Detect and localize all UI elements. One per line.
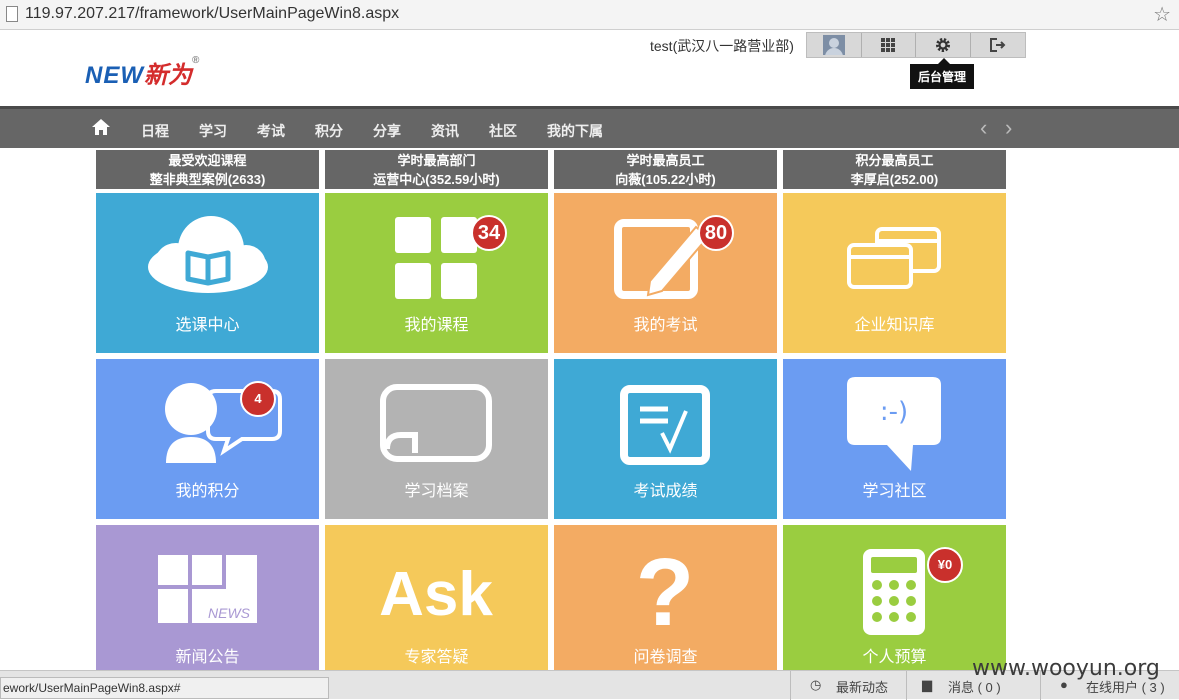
- courses-badge: 34: [471, 215, 507, 251]
- logo-new: NEW: [85, 62, 144, 89]
- stat-title: 学时最高员工: [626, 153, 705, 168]
- logout-button[interactable]: [971, 33, 1026, 57]
- tile-label: 企业知识库: [854, 317, 935, 334]
- divider: [790, 671, 791, 700]
- tile-my-exams[interactable]: 80 我的考试: [554, 193, 777, 353]
- nav-next-arrow-icon[interactable]: ›: [1005, 115, 1012, 141]
- apps-button[interactable]: [862, 33, 916, 57]
- tile-label: 专家答疑: [404, 649, 469, 666]
- home-icon[interactable]: [91, 118, 111, 136]
- nav-item-news[interactable]: 资讯: [431, 121, 459, 141]
- bookmark-star-icon[interactable]: ☆: [1153, 2, 1171, 27]
- tile-learning-records[interactable]: 学习档案: [325, 359, 548, 519]
- nav-item-subordinates[interactable]: 我的下属: [547, 121, 603, 141]
- stat-value[interactable]: 李厚启(252.00): [783, 170, 1006, 189]
- tile-knowledge-base[interactable]: 企业知识库: [783, 193, 1006, 353]
- logout-icon: [989, 38, 1006, 52]
- page-icon: [6, 6, 18, 22]
- tile-label: 学习档案: [404, 483, 469, 500]
- tile-label: 问卷调查: [633, 649, 698, 666]
- nav-item-community[interactable]: 社区: [489, 121, 517, 141]
- divider: [906, 671, 907, 700]
- stat-top-employee-points: 积分最高员工 李厚启(252.00): [783, 150, 1006, 189]
- admin-tooltip: 后台管理: [910, 58, 975, 89]
- tile-community[interactable]: :-) 学习社区: [783, 359, 1006, 519]
- tile-news[interactable]: NEWS 新闻公告: [96, 525, 319, 685]
- tile-label: 我的课程: [404, 317, 469, 334]
- nav-prev-arrow-icon[interactable]: ‹: [980, 115, 987, 141]
- tile-label: 我的考试: [633, 317, 698, 334]
- message-icon: ▆: [922, 677, 932, 692]
- stat-title: 最受欢迎课程: [168, 153, 247, 168]
- smile-text: :-): [880, 397, 908, 427]
- site-header: NEW新为® test(武汉八一路营业部) 后台管理: [0, 30, 1179, 106]
- stat-value[interactable]: 整非典型案例(2633): [96, 170, 319, 189]
- nav-item-exam[interactable]: 考试: [257, 121, 285, 141]
- tile-course-center[interactable]: 选课中心: [96, 193, 319, 353]
- exams-badge: 80: [698, 215, 734, 251]
- stat-title: 学时最高部门: [397, 153, 476, 168]
- tile-label: 考试成绩: [633, 483, 698, 500]
- nav-item-study[interactable]: 学习: [199, 121, 227, 141]
- grid-small-icon: [881, 38, 896, 52]
- recent-activity-button[interactable]: 最新动态: [836, 677, 888, 696]
- browser-address-bar[interactable]: 119.97.207.217/framework/UserMainPageWin…: [0, 0, 1179, 30]
- ask-text: Ask: [379, 560, 493, 629]
- gear-icon: [935, 38, 950, 52]
- nav-item-points[interactable]: 积分: [315, 121, 343, 141]
- tile-my-courses[interactable]: 34 我的课程: [325, 193, 548, 353]
- nav-item-share[interactable]: 分享: [373, 121, 401, 141]
- stat-title: 积分最高员工: [855, 153, 934, 168]
- logo-cn: 新为: [144, 62, 192, 89]
- budget-badge: ¥0: [927, 547, 963, 583]
- question-text: ?: [636, 539, 695, 646]
- admin-settings-button[interactable]: [916, 33, 971, 57]
- stat-popular-course: 最受欢迎课程 整非典型案例(2633): [96, 150, 319, 189]
- avatar-icon: [822, 35, 845, 55]
- user-toolbar: [806, 32, 1026, 58]
- watermark: www.wooyun.org: [972, 656, 1160, 681]
- tile-survey[interactable]: ? 问卷调查: [554, 525, 777, 685]
- stat-top-employee-hours: 学时最高员工 向薇(105.22小时): [554, 150, 777, 189]
- url-text[interactable]: 119.97.207.217/framework/UserMainPageWin…: [25, 5, 399, 23]
- logo-reg: ®: [192, 55, 200, 66]
- tile-my-points[interactable]: 4 我的积分: [96, 359, 319, 519]
- profile-button[interactable]: [807, 33, 862, 57]
- tile-exam-results[interactable]: 考试成绩: [554, 359, 777, 519]
- recent-activity-icon: ◷: [810, 677, 822, 692]
- status-link-text: ework/UserMainPageWin8.aspx#: [0, 677, 329, 699]
- logo[interactable]: NEW新为®: [85, 55, 199, 90]
- tile-label: 学习社区: [862, 483, 927, 500]
- stat-value[interactable]: 运营中心(352.59小时): [325, 170, 548, 189]
- user-name: test(武汉八一路营业部): [650, 38, 794, 54]
- points-badge: 4: [240, 381, 276, 417]
- stat-value[interactable]: 向薇(105.22小时): [554, 170, 777, 189]
- news-text: NEWS: [208, 605, 251, 621]
- tile-label: 我的积分: [175, 483, 240, 500]
- tile-label: 选课中心: [175, 317, 240, 334]
- main-nav: 日程 学习 考试 积分 分享 资讯 社区 我的下属 ‹ ›: [0, 106, 1179, 148]
- nav-item-schedule[interactable]: 日程: [141, 121, 169, 141]
- tile-label: 新闻公告: [175, 649, 240, 666]
- stat-top-department: 学时最高部门 运营中心(352.59小时): [325, 150, 548, 189]
- tile-expert-qa[interactable]: Ask 专家答疑: [325, 525, 548, 685]
